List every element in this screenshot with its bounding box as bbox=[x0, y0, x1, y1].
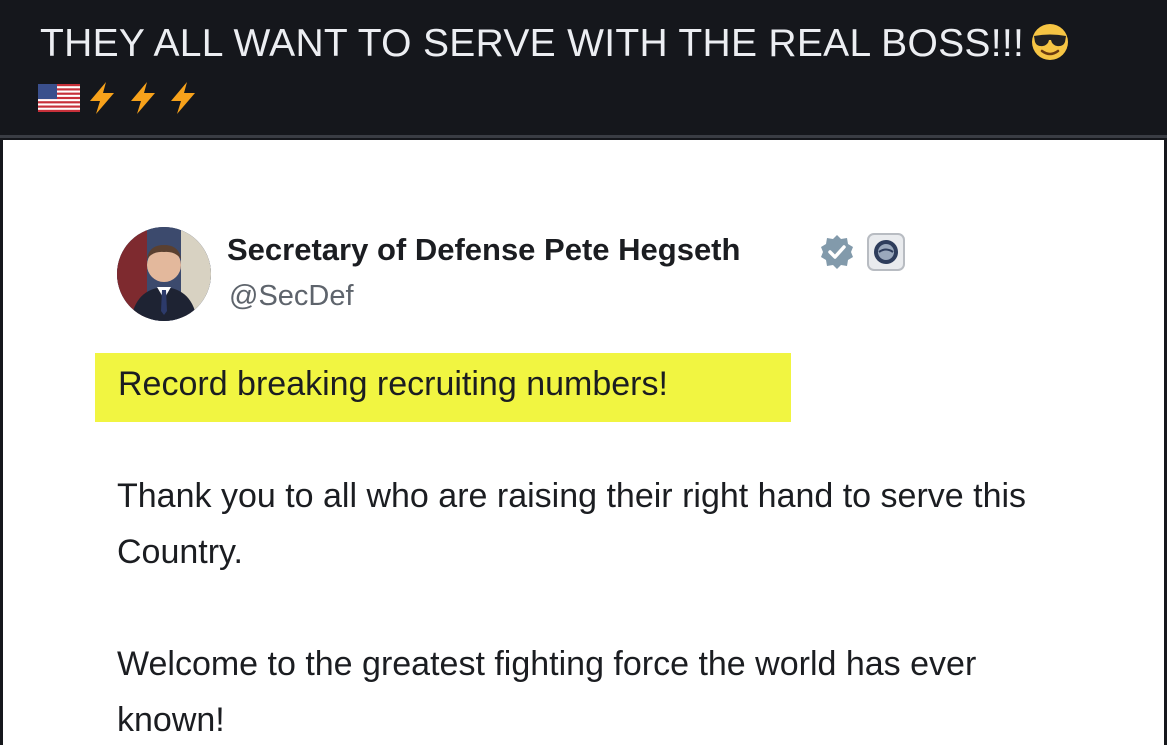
verified-badge-icon bbox=[818, 233, 856, 271]
smiling-face-with-sunglasses-icon bbox=[1030, 22, 1070, 72]
tweet-screenshot: Secretary of Defense Pete Hegseth @SecDe… bbox=[3, 140, 1164, 745]
highlighted-text: Record breaking recruiting numbers! bbox=[118, 365, 668, 403]
user-handle[interactable]: @SecDef bbox=[229, 280, 354, 313]
tweet-paragraph: Welcome to the greatest fighting force t… bbox=[117, 645, 977, 739]
avatar[interactable] bbox=[117, 227, 211, 321]
lightning-icon bbox=[165, 80, 201, 121]
author-name[interactable]: Secretary of Defense Pete Hegseth bbox=[227, 232, 740, 268]
tweet-paragraph: Thank you to all who are raising their r… bbox=[117, 477, 1027, 571]
caption-bar: THEY ALL WANT TO SERVE WITH THE REAL BOS… bbox=[0, 0, 1167, 137]
us-flag-icon bbox=[38, 84, 80, 117]
caption-emoji-row bbox=[38, 80, 201, 114]
lightning-icon bbox=[84, 80, 120, 121]
divider bbox=[0, 135, 1167, 138]
caption-text: THEY ALL WANT TO SERVE WITH THE REAL BOS… bbox=[40, 22, 1025, 65]
caption-line: THEY ALL WANT TO SERVE WITH THE REAL BOS… bbox=[40, 22, 1070, 72]
government-affiliation-icon[interactable] bbox=[867, 233, 905, 271]
lightning-icon bbox=[125, 80, 161, 121]
